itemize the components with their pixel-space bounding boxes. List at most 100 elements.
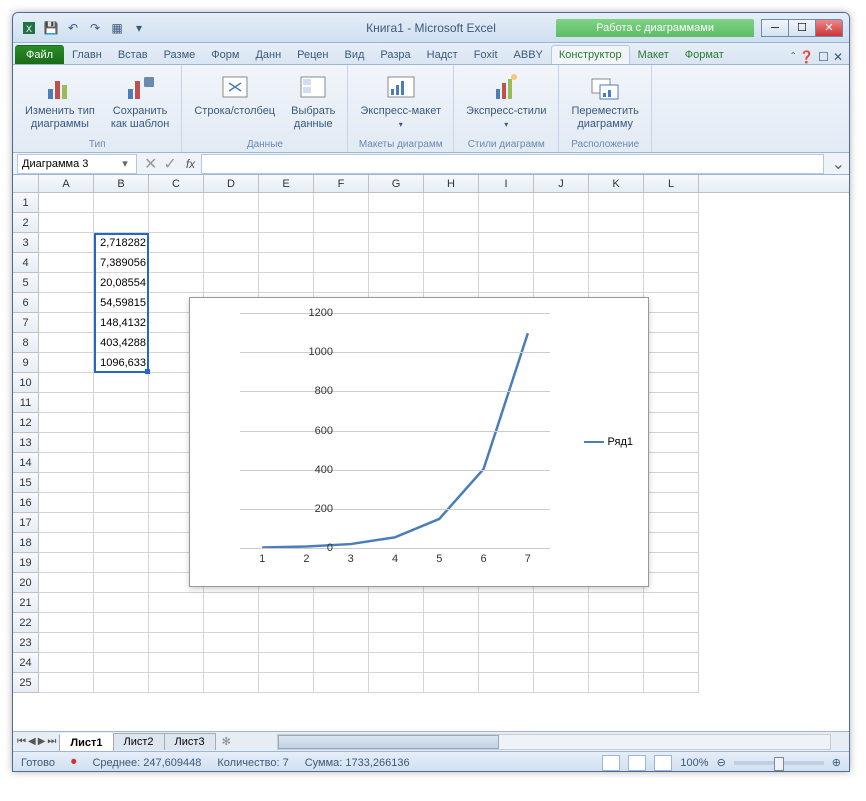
cell[interactable] xyxy=(479,213,534,233)
zoom-out-button[interactable]: ⊖ xyxy=(717,756,726,769)
cell[interactable] xyxy=(259,193,314,213)
cell[interactable] xyxy=(39,513,94,533)
sheet-nav-first-icon[interactable]: ⏮ xyxy=(17,736,26,747)
cell[interactable] xyxy=(644,473,699,493)
row-header[interactable]: 24 xyxy=(13,653,39,673)
cell[interactable] xyxy=(424,193,479,213)
tab-file[interactable]: Файл xyxy=(15,45,64,64)
cell[interactable] xyxy=(479,253,534,273)
cell[interactable] xyxy=(589,273,644,293)
cell[interactable] xyxy=(369,673,424,693)
switch-row-column-button[interactable]: Строка/столбец xyxy=(190,69,279,133)
cell[interactable] xyxy=(204,633,259,653)
save-icon[interactable]: 💾 xyxy=(41,18,61,38)
cell[interactable] xyxy=(314,193,369,213)
tab-insert[interactable]: Встав xyxy=(110,45,156,64)
cell[interactable] xyxy=(94,573,149,593)
cell[interactable] xyxy=(424,233,479,253)
row-header[interactable]: 19 xyxy=(13,553,39,573)
cell[interactable] xyxy=(314,233,369,253)
cell[interactable]: 20,08554 xyxy=(94,273,149,293)
row-header[interactable]: 8 xyxy=(13,333,39,353)
cell[interactable] xyxy=(149,193,204,213)
cell[interactable] xyxy=(479,653,534,673)
cell[interactable] xyxy=(644,333,699,353)
formula-expand-icon[interactable]: ⌄ xyxy=(828,154,849,174)
tab-chart-design[interactable]: Конструктор xyxy=(551,45,630,64)
cell[interactable] xyxy=(644,653,699,673)
cell[interactable] xyxy=(39,253,94,273)
col-header-e[interactable]: E xyxy=(259,175,314,192)
cell[interactable] xyxy=(534,613,589,633)
maximize-button[interactable]: ☐ xyxy=(788,19,816,37)
change-chart-type-button[interactable]: Изменить тип диаграммы xyxy=(21,69,99,133)
redo-icon[interactable]: ↷ xyxy=(85,18,105,38)
cell[interactable] xyxy=(204,193,259,213)
cell[interactable] xyxy=(39,333,94,353)
cell[interactable] xyxy=(644,273,699,293)
cell[interactable] xyxy=(479,593,534,613)
save-as-template-button[interactable]: Сохранить как шаблон xyxy=(107,69,174,133)
cell[interactable] xyxy=(644,393,699,413)
ribbon-minimize-icon[interactable]: ˆ xyxy=(791,50,795,64)
cell[interactable] xyxy=(39,473,94,493)
cell[interactable] xyxy=(39,373,94,393)
tab-chart-format[interactable]: Формат xyxy=(677,45,732,64)
row-header[interactable]: 2 xyxy=(13,213,39,233)
sheet-nav-last-icon[interactable]: ⏭ xyxy=(47,736,56,747)
row-header[interactable]: 1 xyxy=(13,193,39,213)
fx-icon[interactable]: fx xyxy=(180,157,201,171)
row-header[interactable]: 12 xyxy=(13,413,39,433)
col-header-j[interactable]: J xyxy=(534,175,589,192)
cell[interactable] xyxy=(369,633,424,653)
sheet-tab-2[interactable]: Лист2 xyxy=(113,733,165,750)
cell[interactable] xyxy=(259,233,314,253)
cell[interactable] xyxy=(314,253,369,273)
cell[interactable] xyxy=(589,193,644,213)
tab-chart-layout[interactable]: Макет xyxy=(630,45,677,64)
cell[interactable] xyxy=(534,673,589,693)
quick-layout-button[interactable]: Экспресс-макет▾ xyxy=(356,69,445,132)
cell[interactable] xyxy=(369,193,424,213)
cell[interactable] xyxy=(94,513,149,533)
undo-icon[interactable]: ↶ xyxy=(63,18,83,38)
cell[interactable] xyxy=(259,213,314,233)
cell[interactable] xyxy=(644,613,699,633)
cell[interactable]: 403,4288 xyxy=(94,333,149,353)
cell[interactable] xyxy=(589,633,644,653)
chart-series-line[interactable] xyxy=(262,333,528,547)
cell[interactable] xyxy=(314,633,369,653)
zoom-slider[interactable] xyxy=(734,761,824,765)
cell[interactable] xyxy=(259,633,314,653)
row-header[interactable]: 7 xyxy=(13,313,39,333)
tab-view[interactable]: Вид xyxy=(337,45,373,64)
tab-addins[interactable]: Надст xyxy=(419,45,466,64)
cell[interactable] xyxy=(644,513,699,533)
cell[interactable] xyxy=(644,493,699,513)
cell[interactable] xyxy=(314,673,369,693)
row-header[interactable]: 25 xyxy=(13,673,39,693)
col-header-k[interactable]: K xyxy=(589,175,644,192)
cell[interactable] xyxy=(39,353,94,373)
embedded-chart[interactable]: Ряд1 0200400600800100012001234567 xyxy=(189,297,649,587)
cell[interactable] xyxy=(589,613,644,633)
col-header-i[interactable]: I xyxy=(479,175,534,192)
cell[interactable] xyxy=(589,213,644,233)
cell[interactable] xyxy=(644,253,699,273)
row-header[interactable]: 3 xyxy=(13,233,39,253)
cell[interactable] xyxy=(644,373,699,393)
cell[interactable] xyxy=(589,673,644,693)
cell[interactable] xyxy=(204,253,259,273)
cell[interactable]: 54,59815 xyxy=(94,293,149,313)
cell[interactable] xyxy=(259,253,314,273)
row-header[interactable]: 4 xyxy=(13,253,39,273)
cell[interactable] xyxy=(644,193,699,213)
row-header[interactable]: 5 xyxy=(13,273,39,293)
row-header[interactable]: 21 xyxy=(13,593,39,613)
col-header-f[interactable]: F xyxy=(314,175,369,192)
cell[interactable] xyxy=(259,593,314,613)
cell[interactable] xyxy=(94,633,149,653)
cell[interactable]: 148,4132 xyxy=(94,313,149,333)
row-header[interactable]: 6 xyxy=(13,293,39,313)
excel-icon[interactable]: X xyxy=(19,18,39,38)
